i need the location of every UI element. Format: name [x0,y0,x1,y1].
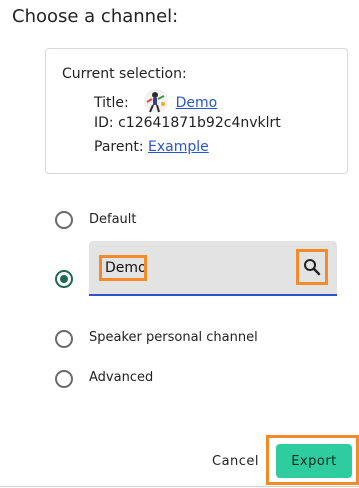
title-label: Title: [94,95,129,111]
option-advanced-label: Advanced [89,370,154,385]
search-icon [304,259,321,276]
channel-search-field [89,241,337,296]
parent-label: Parent: [94,139,144,155]
export-button-highlight: Export [266,435,359,485]
dialog-title: Choose a channel: [12,6,179,27]
cancel-button[interactable]: Cancel [200,447,271,475]
id-row: ID: c12641871b92c4nvklrt [94,115,281,131]
option-default-label: Default [89,212,137,227]
current-selection-panel: Current selection: Title: Demo ID: c1264… [45,48,348,174]
option-speaker-label: Speaker personal channel [89,330,258,345]
title-row: Title: Demo [94,88,218,116]
radio-search[interactable] [55,270,73,288]
radio-advanced[interactable] [55,370,73,388]
divider [0,486,359,487]
radio-default[interactable] [55,211,73,229]
current-selection-heading: Current selection: [62,66,187,82]
parent-link[interactable]: Example [148,139,209,155]
title-link[interactable]: Demo [176,95,218,111]
search-input[interactable] [99,255,147,281]
id-value: c12641871b92c4nvklrt [118,115,281,131]
id-label: ID: [94,115,114,131]
export-button[interactable]: Export [276,444,352,478]
parent-row: Parent: Example [94,139,209,155]
search-button[interactable] [296,249,328,285]
radio-speaker-personal[interactable] [55,330,73,348]
channel-thumbnail [143,88,169,114]
